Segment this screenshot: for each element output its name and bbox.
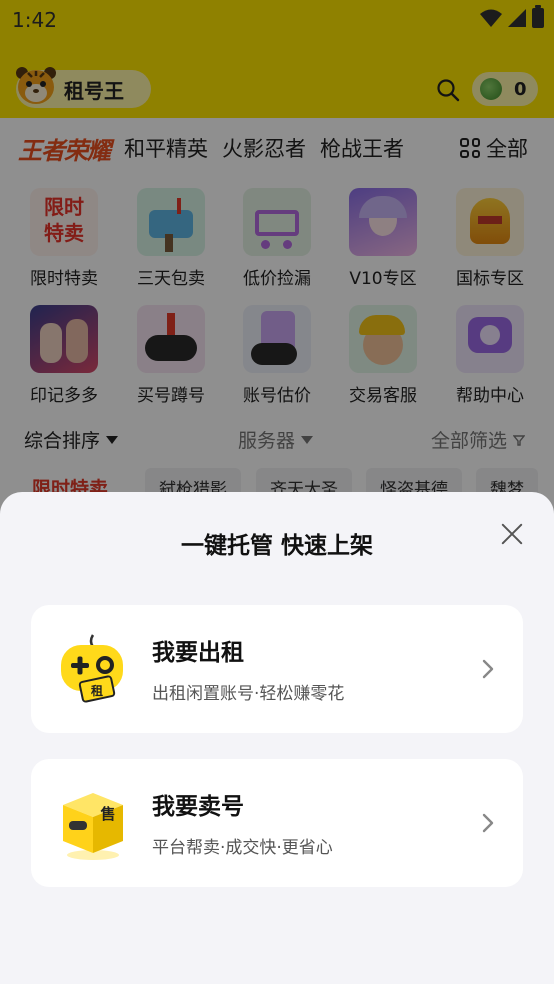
sheet-title: 一键托管 快速上架	[180, 533, 373, 559]
listing-bottom-sheet: 一键托管 快速上架 租 我要出租 出租闲置账号·轻松赚零花 售 我要卖号 平台帮…	[0, 492, 554, 984]
chevron-right-icon	[482, 813, 494, 833]
sell-account-subtitle: 平台帮卖·成交快·更省心	[152, 838, 333, 858]
sell-account-title: 我要卖号	[152, 794, 244, 820]
rent-badge-text: 租	[91, 684, 103, 698]
gamepad-rent-icon: 租	[61, 634, 123, 703]
sell-account-option[interactable]: 售 我要卖号 平台帮卖·成交快·更省心	[31, 759, 523, 887]
sell-badge-text: 售	[100, 805, 115, 823]
rent-out-option[interactable]: 租 我要出租 出租闲置账号·轻松赚零花	[31, 605, 523, 733]
close-icon[interactable]	[498, 520, 526, 548]
rent-out-subtitle: 出租闲置账号·轻松赚零花	[152, 684, 345, 704]
sell-box-icon: 售	[63, 793, 123, 860]
rent-out-title: 我要出租	[152, 640, 244, 666]
chevron-right-icon	[482, 659, 494, 679]
